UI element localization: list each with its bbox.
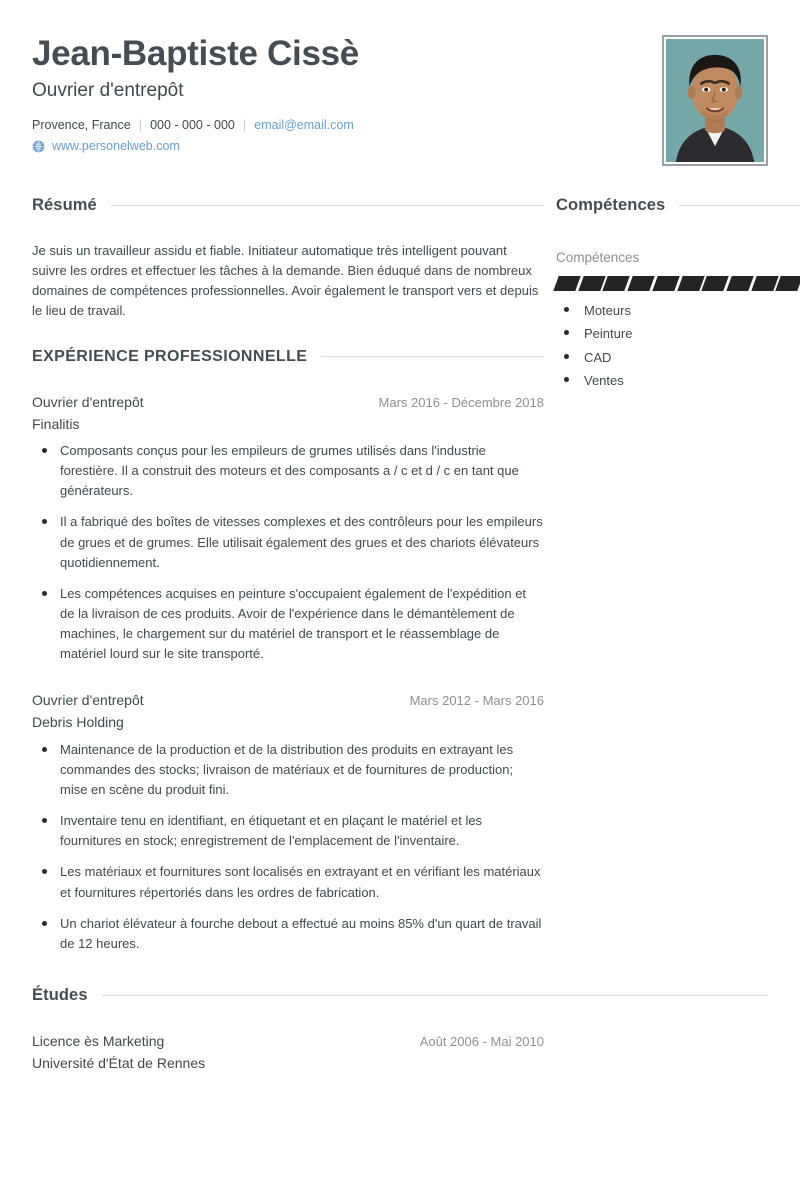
header-job-title: Ouvrier d'entrepôt bbox=[32, 79, 184, 101]
skill-rating-segment bbox=[676, 275, 704, 291]
summary-heading-label: Résumé bbox=[32, 196, 97, 214]
list-item: Il a fabriqué des boîtes de vitesses com… bbox=[32, 512, 544, 572]
list-item: Inventaire tenu en identifiant, en étiqu… bbox=[32, 811, 544, 851]
list-item: Composants conçus pour les empileurs de … bbox=[32, 441, 544, 501]
summary-text: Je suis un travailleur assidu et fiable.… bbox=[32, 243, 539, 319]
list-item: Moteurs bbox=[556, 301, 800, 321]
heading-rule bbox=[110, 205, 544, 206]
education-entry-date: Août 2006 - Mai 2010 bbox=[419, 1034, 544, 1050]
experience-entry-date: Mars 2012 - Mars 2016 bbox=[409, 693, 544, 709]
experience-entry-date: Mars 2016 - Décembre 2018 bbox=[378, 394, 544, 410]
heading-rule bbox=[321, 356, 544, 358]
skill-group-label: Compétences bbox=[556, 250, 640, 265]
skill-rating-segment bbox=[726, 275, 754, 291]
education-entry-organization: Université d'État de Rennes bbox=[32, 1055, 206, 1072]
globe-icon bbox=[32, 140, 45, 153]
website-line: www.personelweb.com bbox=[32, 139, 662, 153]
summary-section: Résumé Je suis un travailleur assidu et … bbox=[32, 196, 544, 322]
education-entry-title: Licence ès Marketing bbox=[32, 1033, 165, 1050]
resume-header: Jean-Baptiste Cissè Ouvrier d'entrepôt P… bbox=[20, 0, 780, 166]
skill-rating-segment bbox=[602, 275, 630, 291]
education-heading-label: Études bbox=[32, 986, 88, 1005]
avatar bbox=[662, 35, 768, 166]
contact-location: Provence, France bbox=[32, 117, 131, 132]
skill-rating-segment bbox=[553, 275, 581, 291]
resume-page: Jean-Baptiste Cissè Ouvrier d'entrepôt P… bbox=[0, 0, 800, 1194]
list-item: Un chariot élévateur à fourche debout a … bbox=[32, 914, 544, 954]
list-item: Ventes bbox=[556, 371, 800, 391]
experience-entry: Ouvrier d'entrepôt Mars 2016 - Décembre … bbox=[32, 392, 544, 665]
contact-separator: | bbox=[242, 117, 247, 133]
heading-rule bbox=[679, 205, 800, 206]
education-section: Études Licence ès Marketing Août 2006 - … bbox=[20, 986, 780, 1074]
skill-rating-segment bbox=[775, 275, 800, 291]
experience-section: EXPÉRIENCE PROFESSIONNELLE Ouvrier d'ent… bbox=[32, 348, 544, 954]
skill-rating-segment bbox=[750, 275, 779, 291]
skills-heading-label: Compétences bbox=[556, 196, 666, 214]
education-entry: Licence ès Marketing Août 2006 - Mai 201… bbox=[32, 1031, 544, 1074]
experience-entry-organization: Debris Holding bbox=[32, 714, 124, 731]
experience-bullet-list: Maintenance de la production et de la di… bbox=[32, 740, 544, 954]
website-link[interactable]: www.personelweb.com bbox=[52, 139, 180, 153]
portrait-photo bbox=[666, 39, 764, 162]
summary-heading: Résumé bbox=[32, 196, 544, 215]
contact-phone: 000 - 000 - 000 bbox=[150, 117, 235, 132]
skills-heading: Compétences bbox=[556, 196, 800, 215]
experience-heading: EXPÉRIENCE PROFESSIONNELLE bbox=[32, 348, 544, 366]
contact-line: Provence, France | 000 - 000 - 000 | ema… bbox=[32, 114, 662, 136]
sidebar-column: Compétences Compétences Moteurs Peinture… bbox=[553, 196, 800, 417]
skill-rating-segment bbox=[577, 275, 606, 291]
skill-rating-segment bbox=[701, 275, 729, 291]
skills-section: Compétences Compétences Moteurs Peinture… bbox=[553, 196, 800, 391]
skill-rating-bar bbox=[553, 275, 800, 291]
experience-entry-header: Ouvrier d'entrepôt Mars 2016 - Décembre … bbox=[32, 392, 544, 413]
list-item: Les compétences acquises en peinture s'o… bbox=[32, 584, 544, 665]
contact-email-link[interactable]: email@email.com bbox=[254, 115, 354, 136]
skill-rating-segment bbox=[652, 275, 680, 291]
list-item: Les matériaux et fournitures sont locali… bbox=[32, 862, 544, 902]
skill-list: Moteurs Peinture CAD Ventes bbox=[556, 301, 800, 391]
header-text-block: Jean-Baptiste Cissè Ouvrier d'entrepôt P… bbox=[32, 34, 662, 153]
page-title: Jean-Baptiste Cissè bbox=[32, 34, 359, 73]
contact-separator: | bbox=[138, 117, 143, 133]
main-column: Résumé Je suis un travailleur assidu et … bbox=[32, 196, 544, 980]
experience-heading-label: EXPÉRIENCE PROFESSIONNELLE bbox=[32, 347, 308, 365]
experience-entry: Ouvrier d'entrepôt Mars 2012 - Mars 2016… bbox=[32, 690, 544, 954]
list-item: Maintenance de la production et de la di… bbox=[32, 740, 544, 800]
content-columns: Résumé Je suis un travailleur assidu et … bbox=[20, 196, 800, 980]
experience-entry-title: Ouvrier d'entrepôt bbox=[32, 692, 144, 709]
education-entries: Licence ès Marketing Août 2006 - Mai 201… bbox=[32, 1031, 544, 1074]
experience-entry-organization: Finalitis bbox=[32, 415, 80, 432]
list-item: Peinture bbox=[556, 324, 800, 344]
education-entry-header: Licence ès Marketing Août 2006 - Mai 201… bbox=[32, 1031, 544, 1052]
experience-entry-header: Ouvrier d'entrepôt Mars 2012 - Mars 2016 bbox=[32, 690, 544, 711]
experience-bullet-list: Composants conçus pour les empileurs de … bbox=[32, 441, 544, 664]
experience-entry-title: Ouvrier d'entrepôt bbox=[32, 393, 144, 410]
education-heading: Études bbox=[32, 986, 768, 1005]
list-item: CAD bbox=[556, 348, 800, 368]
heading-rule bbox=[101, 995, 768, 997]
skill-rating-segment bbox=[627, 275, 655, 291]
skill-group: Compétences Moteurs Peinture CAD Ventes bbox=[553, 249, 800, 391]
